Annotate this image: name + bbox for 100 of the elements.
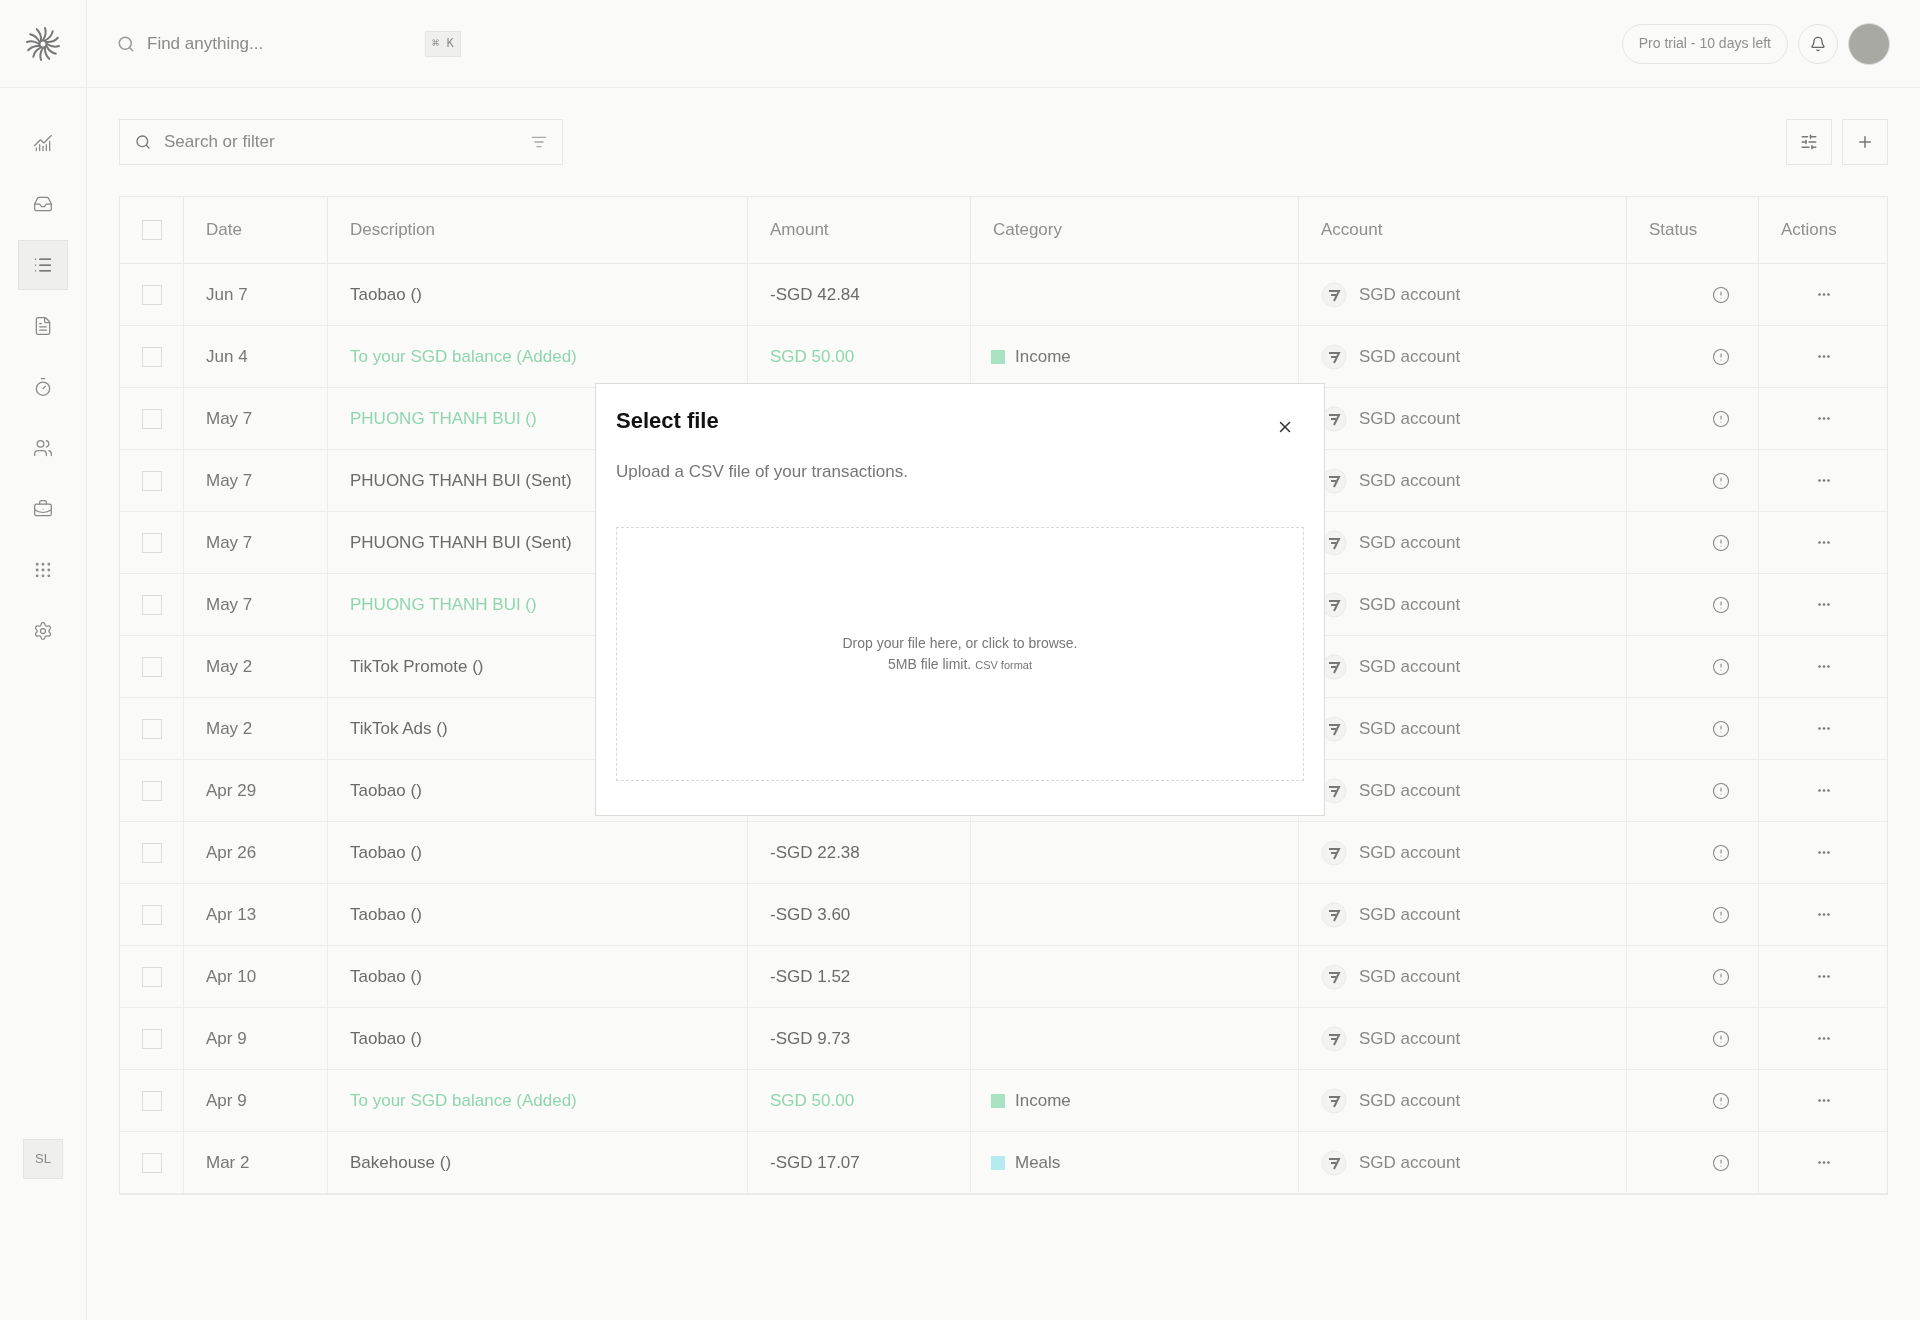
checkbox[interactable] xyxy=(141,346,162,367)
alert-icon xyxy=(1712,285,1730,304)
file-format-text: CSV format xyxy=(975,657,1033,673)
column-header[interactable]: Status xyxy=(1649,217,1698,243)
sidebar-item[interactable] xyxy=(18,240,68,290)
checkbox[interactable] xyxy=(141,470,162,491)
table-row[interactable]: Apr 9 To your SGD balance (Added) SGD 50.00 Income SGD account xyxy=(120,1070,1887,1132)
description-cell-text: PHUONG THANH BUI (Sent) xyxy=(350,531,572,554)
description-cell-text: Bakehouse () xyxy=(350,1151,452,1174)
date-cell-text: Apr 10 xyxy=(206,965,257,988)
more-icon xyxy=(1818,727,1830,730)
date-cell-text: Apr 29 xyxy=(206,779,257,802)
timer-icon xyxy=(33,377,53,397)
description-cell-text: Taobao () xyxy=(350,841,422,864)
search-filter-field[interactable]: Search or filter xyxy=(119,119,563,165)
bank-logo-icon xyxy=(1321,1025,1347,1052)
column-header[interactable]: Actions xyxy=(1781,217,1837,243)
settings-button[interactable] xyxy=(1786,119,1832,165)
table-row[interactable]: Jun 7 Taobao () -SGD 42.84 SGD account xyxy=(120,264,1887,326)
account-cell-text: SGD account xyxy=(1359,469,1461,492)
more-icon xyxy=(1818,355,1830,358)
category-cell-text: Income xyxy=(1015,1089,1071,1112)
date-cell-text: Jun 7 xyxy=(206,283,248,306)
bank-logo-icon xyxy=(1321,839,1347,866)
alert-icon xyxy=(1712,409,1730,428)
table-row[interactable]: Apr 13 Taobao () -SGD 3.60 SGD account xyxy=(120,884,1887,946)
account-cell-text: SGD account xyxy=(1359,531,1461,554)
date-cell-text: Jun 4 xyxy=(206,345,248,368)
checkbox[interactable] xyxy=(141,718,162,739)
account-cell-text: SGD account xyxy=(1359,1089,1461,1112)
account-cell-text: SGD account xyxy=(1359,779,1461,802)
people-icon xyxy=(33,438,53,458)
sliders-icon xyxy=(1800,133,1818,151)
alert-icon xyxy=(1712,781,1730,800)
logo-icon xyxy=(25,25,61,62)
settings-icon xyxy=(33,621,53,641)
search-icon xyxy=(135,134,151,150)
document-icon xyxy=(33,316,53,336)
checkbox[interactable] xyxy=(141,966,162,987)
checkbox[interactable] xyxy=(141,904,162,925)
bank-logo-icon xyxy=(1321,281,1347,308)
alert-icon xyxy=(1712,1091,1730,1110)
column-header[interactable]: Amount xyxy=(770,217,829,243)
amount-cell-text: -SGD 1.52 xyxy=(770,965,851,988)
avatar[interactable] xyxy=(1848,22,1890,65)
checkbox[interactable] xyxy=(141,1028,162,1049)
amount-cell-text: -SGD 3.60 xyxy=(770,903,851,926)
table-row[interactable]: Apr 10 Taobao () -SGD 1.52 SGD account xyxy=(120,946,1887,1008)
description-cell-text: PHUONG THANH BUI () xyxy=(350,593,537,616)
checkbox[interactable] xyxy=(141,284,162,305)
account-cell-text: SGD account xyxy=(1359,593,1461,616)
table-row[interactable]: Apr 9 Taobao () -SGD 9.73 SGD account xyxy=(120,1008,1887,1070)
checkbox[interactable] xyxy=(141,1152,162,1173)
date-cell-text: Apr 26 xyxy=(206,841,257,864)
date-cell-text: Apr 13 xyxy=(206,903,257,926)
checkbox[interactable] xyxy=(141,408,162,429)
checkbox[interactable] xyxy=(141,594,162,615)
amount-cell-text: SGD 50.00 xyxy=(770,1089,855,1112)
date-cell-text: Apr 9 xyxy=(206,1089,247,1112)
column-header[interactable]: Description xyxy=(350,217,436,243)
alert-icon xyxy=(1712,843,1730,862)
file-dropzone[interactable]: Drop your file here, or click to browse. 5MB file limit. CSV format xyxy=(616,526,1304,781)
grid-icon xyxy=(33,560,53,580)
column-header[interactable]: Account xyxy=(1321,217,1383,243)
account-cell-text: SGD account xyxy=(1359,903,1461,926)
date-cell-text: May 7 xyxy=(206,407,253,430)
column-header[interactable]: Category xyxy=(993,217,1062,243)
more-icon xyxy=(1818,1161,1830,1164)
date-cell-text: Apr 9 xyxy=(206,1027,247,1050)
inbox-icon xyxy=(33,194,53,214)
amount-cell-text: SGD 50.00 xyxy=(770,345,855,368)
checkbox[interactable] xyxy=(141,842,162,863)
global-search-field[interactable]: Find anything... xyxy=(147,30,327,57)
alert-icon xyxy=(1712,657,1730,676)
checkbox[interactable] xyxy=(141,656,162,677)
description-cell-text: Taobao () xyxy=(350,779,422,802)
description-cell-text: To your SGD balance (Added) xyxy=(350,345,577,368)
table-row[interactable]: Mar 2 Bakehouse () -SGD 17.07 Meals SGD account xyxy=(120,1132,1887,1194)
dropzone-prompt: Drop your file here, or click to browse. xyxy=(842,633,1078,653)
alert-icon xyxy=(1712,471,1730,490)
bank-logo-icon xyxy=(1321,343,1347,370)
user-initials[interactable]: SL xyxy=(23,1139,63,1179)
description-cell-text: Taobao () xyxy=(350,1027,422,1050)
category-cell-text: Meals xyxy=(1015,1151,1061,1174)
bank-logo-icon xyxy=(1321,963,1347,990)
checkbox[interactable] xyxy=(141,780,162,801)
account-cell-text: SGD account xyxy=(1359,1151,1461,1174)
account-cell-text: SGD account xyxy=(1359,345,1461,368)
table-row[interactable]: Apr 26 Taobao () -SGD 22.38 SGD account xyxy=(120,822,1887,884)
checkbox[interactable] xyxy=(141,220,162,240)
checkbox[interactable] xyxy=(141,1090,162,1111)
description-cell-text: PHUONG THANH BUI () xyxy=(350,407,537,430)
amount-cell-text: -SGD 9.73 xyxy=(770,1027,851,1050)
bell-icon xyxy=(1810,35,1826,52)
date-cell-text: May 2 xyxy=(206,655,253,678)
checkbox[interactable] xyxy=(141,532,162,553)
column-header[interactable]: Date xyxy=(206,217,242,243)
account-cell-text: SGD account xyxy=(1359,717,1461,740)
add-button[interactable] xyxy=(1842,119,1888,165)
account-cell-text: SGD account xyxy=(1359,655,1461,678)
